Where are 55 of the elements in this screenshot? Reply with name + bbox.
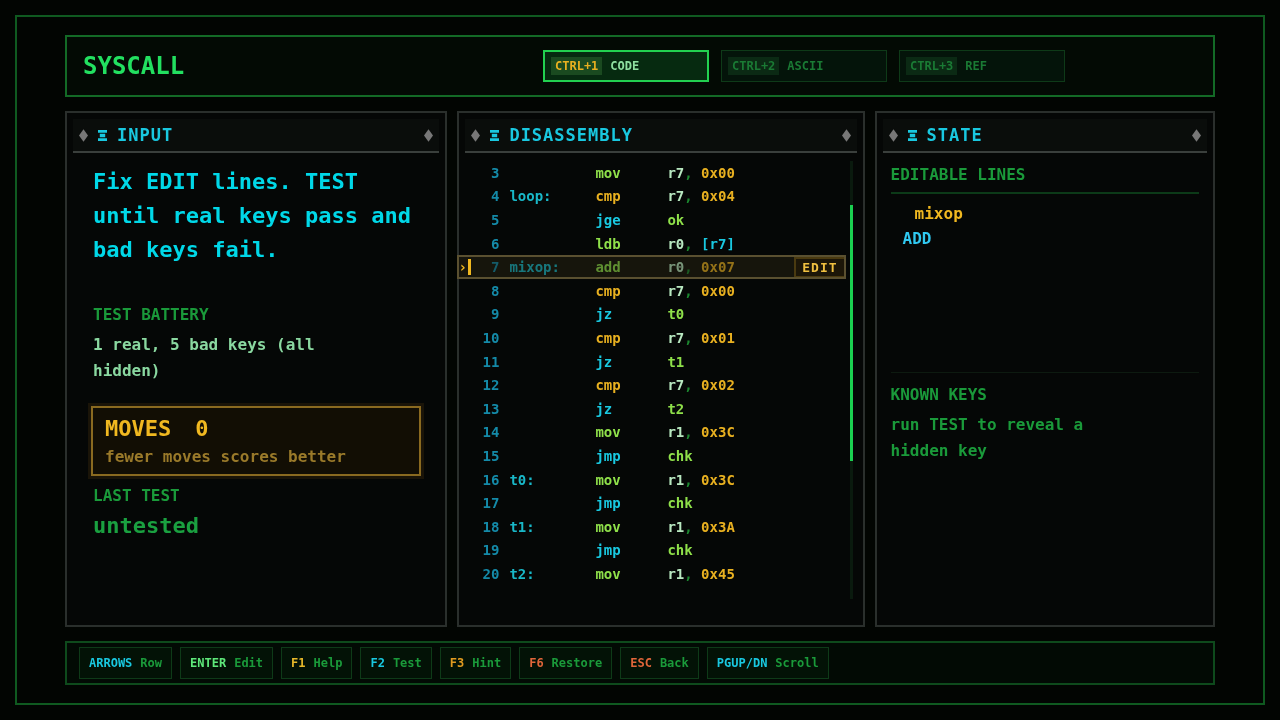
code-line[interactable]: 20 t2: mov r1, 0x45 [465,562,846,586]
section-label: TEST BATTERY [93,305,210,324]
tab[interactable]: CTRL+1 CODE [543,50,709,82]
diamond-icon [471,128,481,142]
scrollbar[interactable] [849,161,853,599]
diamond-icon [888,128,898,142]
code-line[interactable]: 19 jmp chk [465,538,846,563]
app-title: SYSCALL [83,52,186,80]
code-line[interactable]: 11 jz t1 [465,349,846,374]
instructions-text: Fix EDIT lines. TEST until real keys pass and bad keys fail. [93,168,412,264]
moves-count: 0 [195,416,209,441]
section-label: KNOWN KEYS [890,385,988,404]
panel-title: INPUT [117,125,174,145]
diamond-icon [1192,128,1201,142]
editable-line-op: ADD [902,229,932,248]
diamond-icon [841,128,851,142]
edit-badge[interactable]: EDIT [794,256,846,278]
code-line[interactable]: 9 jz t0 [465,302,846,327]
section-label: LAST TEST [93,486,181,505]
code-line[interactable]: 18 t1: mov r1, 0x3A [465,514,846,539]
key-hint[interactable]: F3 Hint [439,647,512,679]
code-line[interactable]: 13 jz t2 [465,396,846,421]
code-line[interactable]: 10 cmp r7, 0x01 [465,326,846,350]
moves-hint: fewer moves scores better [105,447,347,466]
panel-title: STATE [926,125,983,145]
code-line[interactable]: 5 jge ok [465,208,846,232]
code-line[interactable]: 4 loop: cmp r7, 0x04 [465,184,846,209]
battery-text: 1 real, 5 bad keys (all hidden) [93,334,316,382]
key-hint[interactable]: F6 Restore [519,647,613,679]
diamond-icon [79,128,88,142]
known-keys-text: run TEST to reveal a hidden key [890,414,1085,462]
key-hint[interactable]: F1 Help [281,647,353,679]
section-label: EDITABLE LINES [890,165,1199,194]
code-line[interactable]: 8 cmp r7, 0x00 [465,278,846,303]
code-line[interactable]: 14 mov r1, 0x3C [465,420,846,445]
diamond-icon [424,128,434,142]
grip-icon [490,128,500,142]
code-line-selected[interactable]: › 7 mixop: add r0, 0x07 EDIT [457,255,846,279]
test-result: untested [93,513,200,538]
key-hint[interactable]: ESC Back [620,647,699,679]
code-line[interactable]: 15 jmp chk [465,444,846,468]
panel-title: DISASSEMBLY [509,125,633,145]
code-line[interactable]: 17 jmp chk [465,491,846,515]
key-hint[interactable]: PGUP/DN Scroll [706,647,829,679]
code-line[interactable]: 16 t0: mov r1, 0x3C [465,467,846,492]
code-line[interactable]: 6 ldb r0, [r7] [465,231,846,256]
editable-line-name[interactable]: mixop [914,204,963,223]
moves-label: MOVES [105,416,172,441]
key-hint[interactable]: ENTER Edit [180,647,274,679]
grip-icon [907,128,917,142]
code-line[interactable]: 3 mov r7, 0x00 [465,161,846,185]
grip-icon [98,128,107,142]
key-hint[interactable]: F2 Test [360,647,432,679]
code-line[interactable]: 12 cmp r7, 0x02 [465,373,846,397]
key-hint[interactable]: ARROWS Row [79,647,173,679]
